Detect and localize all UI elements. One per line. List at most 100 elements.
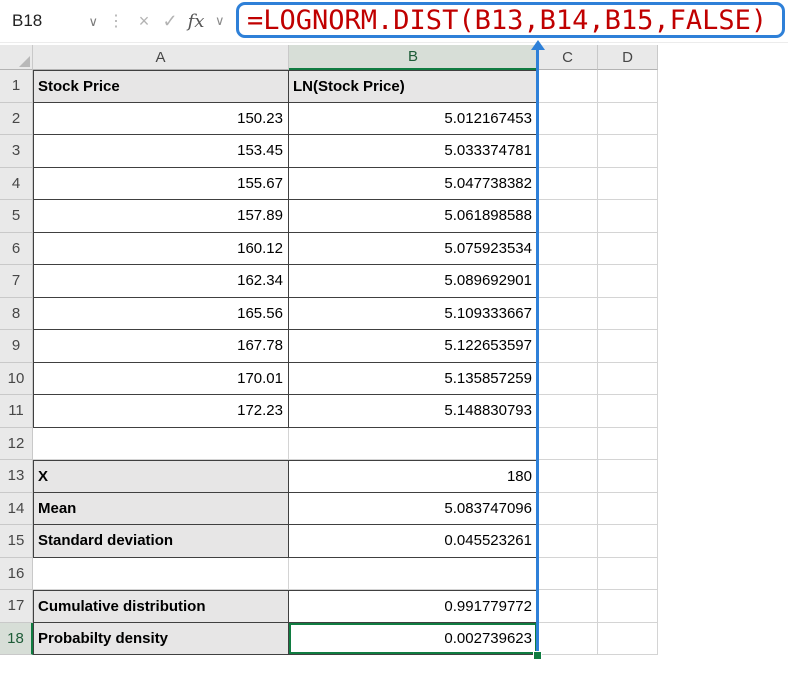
cell-B11[interactable]: 5.148830793 xyxy=(289,395,538,428)
row-header-11[interactable]: 11 xyxy=(0,395,33,428)
cell-B4[interactable]: 5.047738382 xyxy=(289,168,538,201)
cell-D14[interactable] xyxy=(598,493,658,526)
column-header-B[interactable]: B xyxy=(289,45,538,70)
cell-C13[interactable] xyxy=(538,460,598,493)
cell-B16[interactable] xyxy=(289,558,538,591)
cell-C16[interactable] xyxy=(538,558,598,591)
cell-A13[interactable]: X xyxy=(33,460,289,493)
cell-C18[interactable] xyxy=(538,623,598,656)
row-header-6[interactable]: 6 xyxy=(0,233,33,266)
formula-input[interactable]: =LOGNORM.DIST(B13,B14,B15,FALSE) xyxy=(247,5,767,36)
cell-A17[interactable]: Cumulative distribution xyxy=(33,590,289,623)
cell-A11[interactable]: 172.23 xyxy=(33,395,289,428)
cell-A6[interactable]: 160.12 xyxy=(33,233,289,266)
column-header-A[interactable]: A xyxy=(33,45,289,70)
cell-B7[interactable]: 5.089692901 xyxy=(289,265,538,298)
cell-C4[interactable] xyxy=(538,168,598,201)
cell-D1[interactable] xyxy=(598,70,658,103)
cell-D16[interactable] xyxy=(598,558,658,591)
cell-D4[interactable] xyxy=(598,168,658,201)
cell-B6[interactable]: 5.075923534 xyxy=(289,233,538,266)
row-header-1[interactable]: 1 xyxy=(0,70,33,103)
cell-C11[interactable] xyxy=(538,395,598,428)
row-header-15[interactable]: 15 xyxy=(0,525,33,558)
row-header-3[interactable]: 3 xyxy=(0,135,33,168)
row-header-2[interactable]: 2 xyxy=(0,103,33,136)
cell-B9[interactable]: 5.122653597 xyxy=(289,330,538,363)
row-header-10[interactable]: 10 xyxy=(0,363,33,396)
cell-A9[interactable]: 167.78 xyxy=(33,330,289,363)
cell-A10[interactable]: 170.01 xyxy=(33,363,289,396)
cell-C14[interactable] xyxy=(538,493,598,526)
row-header-17[interactable]: 17 xyxy=(0,590,33,623)
drag-handle-icon[interactable]: ⋮ xyxy=(108,11,124,31)
row-header-7[interactable]: 7 xyxy=(0,265,33,298)
cell-C2[interactable] xyxy=(538,103,598,136)
cell-B18[interactable]: 0.002739623 xyxy=(289,623,538,656)
cancel-icon[interactable]: × xyxy=(131,11,157,32)
cell-A16[interactable] xyxy=(33,558,289,591)
cell-B15[interactable]: 0.045523261 xyxy=(289,525,538,558)
row-header-18[interactable]: 18 xyxy=(0,623,33,656)
cell-C5[interactable] xyxy=(538,200,598,233)
row-header-5[interactable]: 5 xyxy=(0,200,33,233)
select-all-corner[interactable] xyxy=(0,45,33,70)
cell-A14[interactable]: Mean xyxy=(33,493,289,526)
formula-expand-icon[interactable]: ∨ xyxy=(215,13,225,29)
cell-D17[interactable] xyxy=(598,590,658,623)
column-header-D[interactable]: D xyxy=(598,45,658,70)
cell-D12[interactable] xyxy=(598,428,658,461)
cell-D10[interactable] xyxy=(598,363,658,396)
cell-D2[interactable] xyxy=(598,103,658,136)
cell-C6[interactable] xyxy=(538,233,598,266)
cell-A12[interactable] xyxy=(33,428,289,461)
cell-B14[interactable]: 5.083747096 xyxy=(289,493,538,526)
chevron-down-icon[interactable]: ∨ xyxy=(88,15,98,28)
cell-A4[interactable]: 155.67 xyxy=(33,168,289,201)
cell-D7[interactable] xyxy=(598,265,658,298)
cell-A18[interactable]: Probabilty density xyxy=(33,623,289,656)
cell-A8[interactable]: 165.56 xyxy=(33,298,289,331)
fill-handle[interactable] xyxy=(533,651,542,660)
row-header-16[interactable]: 16 xyxy=(0,558,33,591)
cell-A15[interactable]: Standard deviation xyxy=(33,525,289,558)
cell-B1[interactable]: LN(Stock Price) xyxy=(289,70,538,103)
cell-C12[interactable] xyxy=(538,428,598,461)
cell-C8[interactable] xyxy=(538,298,598,331)
cell-C17[interactable] xyxy=(538,590,598,623)
cell-C9[interactable] xyxy=(538,330,598,363)
cell-D3[interactable] xyxy=(598,135,658,168)
enter-icon[interactable]: ✓ xyxy=(157,11,183,32)
row-header-4[interactable]: 4 xyxy=(0,168,33,201)
column-header-C[interactable]: C xyxy=(538,45,598,70)
cell-B8[interactable]: 5.109333667 xyxy=(289,298,538,331)
cell-B13[interactable]: 180 xyxy=(289,460,538,493)
cell-D11[interactable] xyxy=(598,395,658,428)
insert-function-icon[interactable]: fx xyxy=(183,11,209,32)
cell-B2[interactable]: 5.012167453 xyxy=(289,103,538,136)
cell-A3[interactable]: 153.45 xyxy=(33,135,289,168)
row-header-14[interactable]: 14 xyxy=(0,493,33,526)
cell-D9[interactable] xyxy=(598,330,658,363)
cell-D6[interactable] xyxy=(598,233,658,266)
cell-A2[interactable]: 150.23 xyxy=(33,103,289,136)
cell-A7[interactable]: 162.34 xyxy=(33,265,289,298)
cell-B17[interactable]: 0.991779772 xyxy=(289,590,538,623)
cell-B5[interactable]: 5.061898588 xyxy=(289,200,538,233)
row-header-8[interactable]: 8 xyxy=(0,298,33,331)
cell-C3[interactable] xyxy=(538,135,598,168)
row-header-12[interactable]: 12 xyxy=(0,428,33,461)
cell-D5[interactable] xyxy=(598,200,658,233)
row-header-9[interactable]: 9 xyxy=(0,330,33,363)
cell-C7[interactable] xyxy=(538,265,598,298)
row-header-13[interactable]: 13 xyxy=(0,460,33,493)
cell-A1[interactable]: Stock Price xyxy=(33,70,289,103)
cell-C10[interactable] xyxy=(538,363,598,396)
cell-B12[interactable] xyxy=(289,428,538,461)
cell-D15[interactable] xyxy=(598,525,658,558)
cell-C1[interactable] xyxy=(538,70,598,103)
cell-D18[interactable] xyxy=(598,623,658,656)
cell-B3[interactable]: 5.033374781 xyxy=(289,135,538,168)
cell-B10[interactable]: 5.135857259 xyxy=(289,363,538,396)
cell-A5[interactable]: 157.89 xyxy=(33,200,289,233)
